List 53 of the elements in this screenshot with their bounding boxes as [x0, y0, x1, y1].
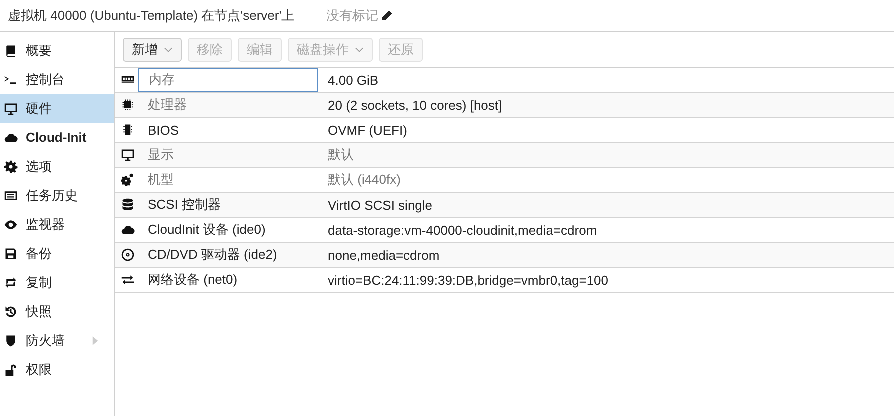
table-cell-text: 20 (2 sockets, 10 cores) [host] — [327, 98, 502, 112]
table-cell-text: 默认 — [327, 146, 354, 164]
sidebar-item[interactable]: 硬件 — [0, 94, 114, 123]
shield-icon — [4, 334, 18, 348]
table-cell: 内存 — [138, 68, 318, 92]
sidebar-item[interactable]: 权限 — [0, 355, 114, 384]
eye-icon — [4, 218, 18, 232]
chip-icon — [121, 98, 135, 112]
history-icon — [4, 304, 18, 318]
floppy-icon — [4, 246, 18, 260]
database-icon — [121, 198, 135, 212]
table-cell-text: CD/DVD 驱动器 (ide2) — [147, 246, 278, 264]
monitor-icon — [4, 102, 18, 116]
sidebar-item[interactable]: 快照 — [0, 297, 114, 326]
monitor-icon — [121, 148, 135, 162]
table-cell-text: CloudInit 设备 (ide0) — [147, 221, 267, 239]
table-cell-text: 显示 — [147, 146, 175, 164]
list-icon — [4, 188, 18, 202]
table-cell-text: VirtIO SCSI single — [327, 198, 433, 212]
book-icon — [4, 44, 18, 58]
sidebar-item[interactable]: 概要 — [0, 36, 114, 65]
sidebar-item[interactable]: 防火墙 — [0, 326, 114, 355]
chip-icon — [121, 123, 135, 137]
exchange-icon — [121, 273, 135, 287]
sidebar-item[interactable]: 备份 — [0, 239, 114, 268]
gears-icon — [121, 173, 135, 187]
caret-icon — [355, 46, 364, 52]
table-cell-text: 4.00 GiB — [327, 72, 379, 88]
cloud-icon — [121, 223, 135, 237]
table-cell-text: OVMF (UEFI) — [327, 122, 408, 138]
retweet-icon — [4, 276, 18, 290]
table-cell-text: 处理器 — [147, 96, 188, 114]
gear-icon — [4, 160, 18, 174]
sidebar-item[interactable]: 监视器 — [0, 210, 114, 239]
window-title: 虚拟机 40000 (Ubuntu-Template) 在节点'server'上 — [8, 6, 295, 24]
table-cell-text: virtio=BC:24:11:99:39:DB,bridge=vmbr0,tag=100 — [327, 272, 609, 288]
table-cell-text: 网络设备 (net0) — [147, 271, 239, 289]
sidebar-item[interactable]: 复制 — [0, 268, 114, 297]
sidebar-item[interactable]: 控制台 — [0, 65, 114, 94]
table-cell-text: data-storage:vm-40000-cloudinit,media=cdrom — [327, 222, 598, 238]
table-cell-text: 默认 (i440fx) — [327, 171, 401, 189]
pencil-icon[interactable] — [380, 10, 393, 22]
sidebar-item[interactable]: 任务历史 — [0, 181, 114, 210]
toolbar-button[interactable]: 新增 — [123, 38, 182, 62]
caret-icon — [164, 46, 173, 52]
table-cell-text: BIOS — [147, 122, 180, 140]
table-cell-text: none,media=cdrom — [327, 248, 440, 262]
unlock-icon — [4, 362, 18, 376]
sidebar-item[interactable]: 选项 — [0, 152, 114, 181]
table-cell-text: SCSI 控制器 — [147, 196, 222, 214]
table-cell-text: 机型 — [147, 171, 175, 189]
tags-label: 没有标记 — [326, 6, 379, 24]
sidebar-item[interactable]: Cloud-Init — [0, 123, 114, 152]
